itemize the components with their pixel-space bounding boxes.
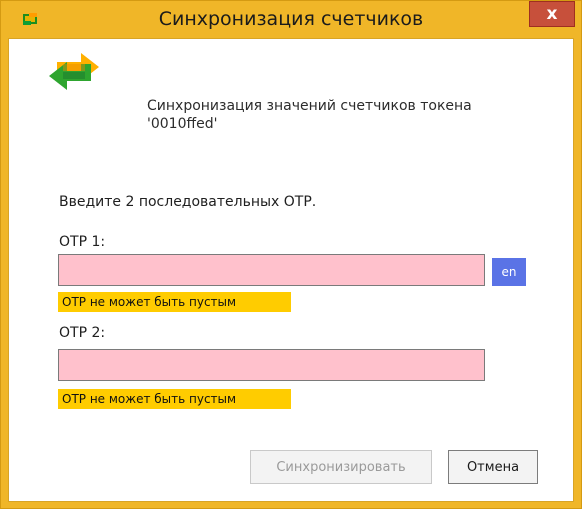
title-bar[interactable]: Синхронизация счетчиков x xyxy=(1,1,581,37)
window-title: Синхронизация счетчиков xyxy=(158,8,424,30)
otp1-error-message: ОТР не может быть пустым xyxy=(58,292,291,312)
sync-description: Синхронизация значений счетчиков токена … xyxy=(147,98,472,132)
cancel-button[interactable]: Отмена xyxy=(448,450,538,484)
otp1-label: ОТР 1: xyxy=(59,234,106,250)
sync-app-icon xyxy=(23,13,37,25)
otp2-field[interactable] xyxy=(58,349,485,381)
synchronize-button[interactable]: Синхронизировать xyxy=(250,450,432,484)
otp2-label: ОТР 2: xyxy=(59,325,106,341)
language-badge: en xyxy=(492,258,526,286)
instruction-text: Введите 2 последовательных ОТР. xyxy=(59,194,317,210)
otp1-field[interactable] xyxy=(58,254,485,286)
otp2-error-message: ОТР не может быть пустым xyxy=(58,389,291,409)
sync-counters-window: Синхронизация счетчиков x Синхронизация … xyxy=(0,0,582,509)
close-button[interactable]: x xyxy=(529,1,575,27)
close-icon: x xyxy=(546,3,558,24)
sync-arrows-icon xyxy=(49,53,99,90)
